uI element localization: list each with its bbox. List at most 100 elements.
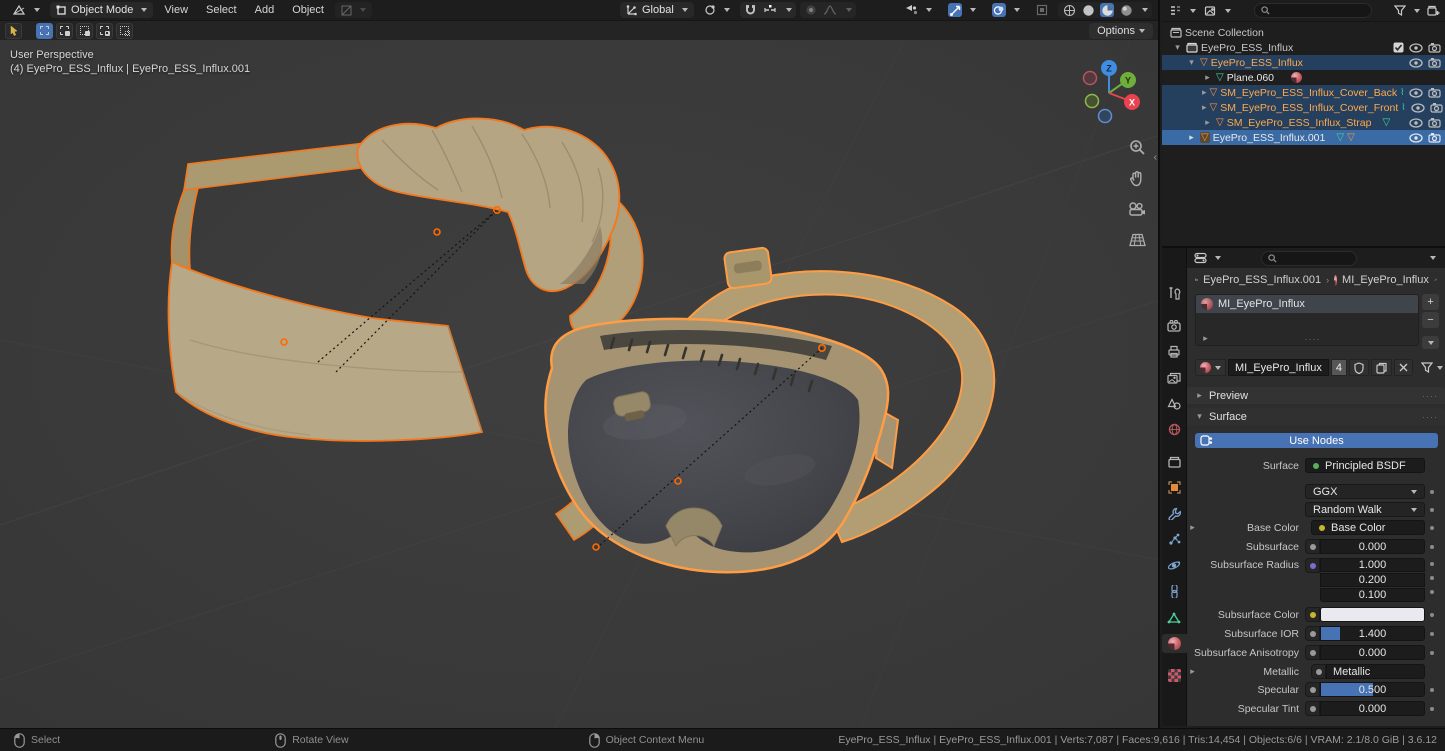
outliner-row-strap[interactable]: ▸ ▽ SM_EyePro_ESS_Influx_Strap ▽ <box>1162 115 1445 130</box>
material-slot-list[interactable]: MI_EyePro_Influx ▸ ···· <box>1195 294 1419 346</box>
tab-scene[interactable] <box>1162 394 1187 413</box>
preview-panel-header[interactable]: ▸ Preview ···· <box>1187 387 1445 404</box>
menu-select[interactable]: Select <box>199 4 244 16</box>
viewport-canvas[interactable]: User Perspective (4) EyePro_ESS_Influx |… <box>0 40 1158 728</box>
tab-output[interactable] <box>1162 342 1187 361</box>
gizmo-neg-x[interactable] <box>1084 72 1097 85</box>
expand-arrow-icon[interactable]: ▾ <box>1172 43 1183 53</box>
outliner-filter-button[interactable] <box>1392 3 1422 19</box>
tab-constraints[interactable] <box>1162 582 1187 601</box>
specular-tint-field[interactable]: 0.000 <box>1320 701 1425 716</box>
animate-decorator[interactable] <box>1430 576 1434 580</box>
tab-world[interactable] <box>1162 420 1187 439</box>
expand-arrow-icon[interactable]: ▾ <box>1186 58 1197 68</box>
radius-x-field[interactable]: 1.000 <box>1320 558 1425 572</box>
animate-decorator[interactable] <box>1430 562 1434 566</box>
animate-decorator[interactable] <box>1430 613 1434 617</box>
pin-icon[interactable] <box>1434 274 1437 286</box>
breadcrumb-object[interactable]: EyePro_ESS_Influx.001 <box>1203 274 1321 286</box>
xray-toggle[interactable] <box>1030 2 1054 18</box>
material-name-field[interactable]: MI_EyePro_Influx <box>1228 359 1329 376</box>
subsurface-ior-socket[interactable] <box>1305 626 1320 641</box>
overlays-dropdown[interactable] <box>986 2 1026 18</box>
shading-wireframe-button[interactable] <box>1062 3 1076 17</box>
surface-shader-field[interactable]: Principled BSDF <box>1305 458 1425 473</box>
outliner-row-parent-object[interactable]: ▾ ▽ EyePro_ESS_Influx <box>1162 55 1445 70</box>
tab-render[interactable] <box>1162 316 1187 335</box>
remove-slot-button[interactable]: − <box>1422 312 1439 328</box>
animate-decorator[interactable] <box>1430 590 1434 594</box>
animate-decorator[interactable] <box>1430 545 1434 549</box>
metallic-field[interactable]: Metallic <box>1326 664 1425 679</box>
fake-user-button[interactable] <box>1349 359 1369 376</box>
camera-icon[interactable] <box>1428 57 1441 68</box>
subsurface-color-swatch[interactable] <box>1320 607 1425 622</box>
snap-target-dropdown[interactable] <box>763 3 777 17</box>
falloff-dropdown[interactable] <box>823 3 837 17</box>
tab-texture[interactable] <box>1162 666 1187 685</box>
animate-decorator[interactable] <box>1430 508 1434 512</box>
specular-field[interactable]: 0.500 <box>1320 682 1425 697</box>
animate-decorator[interactable] <box>1430 688 1434 692</box>
outliner-row-cover-front[interactable]: ▸ ▽ SM_EyePro_ESS_Influx_Cover_Front ⌇ <box>1162 100 1445 115</box>
select-mode-invert-button[interactable] <box>96 23 113 39</box>
select-mode-new-button[interactable] <box>36 23 53 39</box>
subsurface-value-field[interactable]: 0.000 <box>1320 539 1425 554</box>
camera-icon[interactable] <box>1428 42 1441 53</box>
subsurface-method-dropdown[interactable]: Random Walk <box>1305 502 1425 517</box>
specular-socket[interactable] <box>1305 682 1320 697</box>
outliner-row-active-object[interactable]: ▸ ▽ EyePro_ESS_Influx.001 ▽ ▽ <box>1162 130 1445 145</box>
pan-view-button[interactable] <box>1126 167 1148 189</box>
slot-expand-icon[interactable]: ▸ <box>1200 334 1211 344</box>
proportional-editing-icon[interactable] <box>804 3 818 17</box>
subsurface-anisotropy-field[interactable]: 0.000 <box>1320 645 1425 660</box>
camera-icon[interactable] <box>1428 87 1441 98</box>
gizmos-dropdown[interactable] <box>942 2 982 18</box>
pivot-dropdown[interactable] <box>698 2 736 18</box>
gizmo-neg-y[interactable] <box>1086 95 1099 108</box>
subsurface-anisotropy-socket[interactable] <box>1305 645 1320 660</box>
eye-icon[interactable] <box>1411 103 1425 113</box>
snap-magnet-icon[interactable] <box>744 3 758 17</box>
distribution-dropdown[interactable]: GGX <box>1305 484 1425 499</box>
camera-icon[interactable] <box>1430 102 1443 113</box>
expand-arrow-icon[interactable]: ▸ <box>1187 667 1198 677</box>
menu-add[interactable]: Add <box>248 4 282 16</box>
animate-decorator[interactable] <box>1430 651 1434 655</box>
select-mode-intersect-button[interactable] <box>116 23 133 39</box>
outliner-editor-type-button[interactable] <box>1167 3 1198 19</box>
expand-arrow-icon[interactable]: ▸ <box>1202 73 1213 83</box>
metallic-socket[interactable] <box>1311 664 1326 679</box>
new-collection-button[interactable] <box>1426 4 1440 18</box>
tab-object-data[interactable] <box>1162 608 1187 627</box>
expand-arrow-icon[interactable]: ▸ <box>1202 103 1207 113</box>
tab-material[interactable] <box>1162 634 1187 653</box>
slot-specials-button[interactable] <box>1422 336 1439 349</box>
users-count-button[interactable]: 4 <box>1331 359 1347 376</box>
outliner-row-cover-back[interactable]: ▸ ▽ SM_EyePro_ESS_Influx_Cover_Back ⌇ <box>1162 85 1445 100</box>
add-slot-button[interactable]: + <box>1422 294 1439 310</box>
copy-material-button[interactable] <box>1371 359 1392 376</box>
tab-tool[interactable] <box>1162 284 1187 303</box>
menu-view[interactable]: View <box>157 4 195 16</box>
tab-object[interactable] <box>1162 478 1187 497</box>
properties-search-input[interactable] <box>1261 251 1357 266</box>
transform-dropdown[interactable] <box>335 2 372 18</box>
perspective-toggle-button[interactable] <box>1126 229 1148 251</box>
eye-icon[interactable] <box>1409 118 1423 128</box>
active-tool-button[interactable] <box>5 23 22 39</box>
animate-decorator[interactable] <box>1430 490 1434 494</box>
select-mode-subtract-button[interactable] <box>76 23 93 39</box>
panel-grip[interactable]: ···· <box>1422 412 1438 422</box>
zoom-view-button[interactable] <box>1126 136 1148 158</box>
outliner-row-collection[interactable]: ▾ EyePro_ESS_Influx <box>1162 40 1445 55</box>
unlink-material-button[interactable] <box>1394 359 1413 376</box>
tab-collection-props[interactable] <box>1162 452 1187 471</box>
material-slot-row[interactable]: MI_EyePro_Influx <box>1196 295 1418 313</box>
subsurface-socket[interactable] <box>1305 539 1320 554</box>
expand-arrow-icon[interactable]: ▸ <box>1187 523 1198 533</box>
browse-material-button[interactable] <box>1195 359 1226 376</box>
visibility-dropdown[interactable] <box>899 2 938 18</box>
subsurface-color-socket[interactable] <box>1305 607 1320 622</box>
sidebar-toggle[interactable]: ‹ <box>1154 152 1157 163</box>
